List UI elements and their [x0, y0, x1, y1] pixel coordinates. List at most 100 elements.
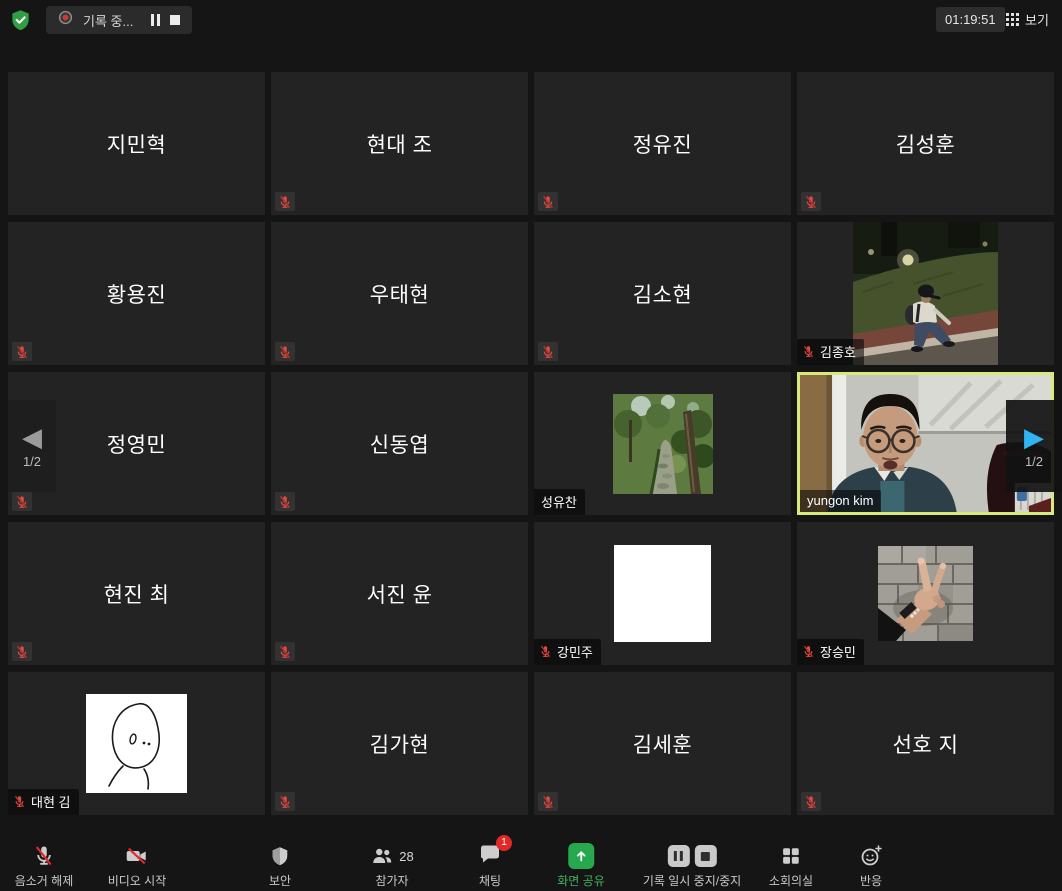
muted-mic-icon	[12, 492, 32, 511]
start-video-button[interactable]: 비디오 시작	[108, 841, 167, 891]
next-page-button[interactable]: ▶ 1/2	[1006, 400, 1062, 492]
participant-avatar-sketch	[86, 694, 187, 793]
participant-name: 김세훈	[633, 729, 692, 759]
start-video-label: 비디오 시작	[108, 872, 167, 889]
participant-tile[interactable]: 김가현	[271, 672, 528, 815]
reactions-button[interactable]: 반응	[859, 841, 883, 891]
participant-name: 정유진	[633, 129, 692, 159]
chat-unread-badge: 1	[496, 835, 512, 851]
participant-tile[interactable]: 대현 김	[8, 672, 265, 815]
share-screen-button[interactable]: 화면 공유	[557, 841, 605, 891]
pause-recording-button-icon[interactable]	[667, 845, 689, 867]
share-screen-icon	[568, 843, 594, 869]
chevron-right-icon: ▶	[1024, 424, 1044, 450]
participant-name: 신동엽	[370, 429, 429, 459]
recording-status-text: 기록 중...	[83, 11, 133, 30]
meeting-security-shield-icon[interactable]	[9, 8, 32, 32]
chat-button[interactable]: 1 채팅	[478, 841, 502, 891]
muted-mic-icon	[275, 792, 295, 811]
participant-name: 성유찬	[541, 492, 577, 511]
muted-mic-icon	[802, 645, 815, 658]
muted-mic-icon	[802, 345, 815, 358]
record-dot-icon	[58, 10, 73, 30]
participant-tile[interactable]: 신동엽	[271, 372, 528, 515]
participant-tile[interactable]: 우태현	[271, 222, 528, 365]
participants-icon	[370, 844, 394, 868]
participant-name: 김성훈	[896, 129, 955, 159]
muted-mic-icon	[12, 342, 32, 361]
participant-avatar	[613, 394, 713, 494]
prev-page-button[interactable]: ◀ 1/2	[8, 400, 56, 492]
stop-recording-button-icon[interactable]	[694, 845, 716, 867]
participant-name-chip: 강민주	[534, 639, 601, 665]
participant-name: 정영민	[107, 429, 166, 459]
security-label: 보안	[269, 872, 291, 889]
muted-mic-icon	[538, 792, 558, 811]
participant-name: 강민주	[557, 642, 593, 661]
participants-label: 참가자	[375, 872, 408, 889]
participant-tile[interactable]: 김소현	[534, 222, 791, 365]
participant-name: 우태현	[370, 279, 429, 309]
grid-view-icon	[1006, 13, 1019, 26]
participant-name-chip: 김종호	[797, 339, 864, 365]
page-indicator: 1/2	[23, 454, 41, 469]
participant-tile[interactable]: 김세훈	[534, 672, 791, 815]
shield-icon	[269, 845, 291, 867]
participant-tile[interactable]: 지민혁	[8, 72, 265, 215]
participant-name: 김소현	[633, 279, 692, 309]
chevron-left-icon: ◀	[22, 424, 42, 450]
participant-tile[interactable]: 장승민	[797, 522, 1054, 665]
participant-name: 서진 윤	[367, 579, 433, 609]
participant-tile[interactable]: 정유진	[534, 72, 791, 215]
participant-tile[interactable]: 황용진	[8, 222, 265, 365]
muted-mic-icon	[32, 844, 56, 868]
participant-name-chip: 성유찬	[534, 489, 585, 515]
participant-tile[interactable]: 김성훈	[797, 72, 1054, 215]
view-button[interactable]: 보기	[1006, 7, 1049, 32]
meeting-timer: 01:19:51	[936, 7, 1005, 32]
participant-name: 현진 최	[104, 579, 170, 609]
unmute-label: 음소거 해제	[15, 872, 74, 889]
breakout-rooms-label: 소회의실	[769, 872, 813, 889]
participants-button[interactable]: 28 참가자	[370, 841, 413, 891]
participant-tile[interactable]: 서진 윤	[271, 522, 528, 665]
meeting-toolbar: 음소거 해제 비디오 시작 보안	[0, 841, 1062, 891]
page-indicator: 1/2	[1025, 454, 1043, 469]
participant-tile[interactable]: 강민주	[534, 522, 791, 665]
participant-tile[interactable]: 성유찬	[534, 372, 791, 515]
share-screen-label: 화면 공유	[557, 872, 605, 889]
participant-tile[interactable]: 현대 조	[271, 72, 528, 215]
participant-name-chip: 대현 김	[8, 789, 79, 815]
muted-mic-icon	[538, 192, 558, 211]
participant-tile[interactable]: 현진 최	[8, 522, 265, 665]
participant-grid: 지민혁 현대 조 정유진 김성훈 황용진 우태현 김소현	[8, 72, 1054, 815]
participant-name: 대현 김	[31, 792, 71, 811]
participant-name: 장승민	[820, 642, 856, 661]
security-button[interactable]: 보안	[269, 841, 291, 891]
muted-mic-icon	[12, 642, 32, 661]
muted-mic-icon	[275, 492, 295, 511]
reactions-label: 반응	[860, 872, 882, 889]
reactions-smiley-icon	[859, 844, 883, 868]
muted-mic-icon	[801, 792, 821, 811]
recording-control-button[interactable]: 기록 일시 중지/중지	[643, 841, 741, 891]
chat-label: 채팅	[479, 872, 501, 889]
top-bar: 기록 중... 01:19:51 보기	[0, 0, 1062, 40]
participant-name: 지민혁	[107, 129, 166, 159]
breakout-rooms-icon	[780, 845, 802, 867]
breakout-rooms-button[interactable]: 소회의실	[769, 841, 813, 891]
pause-recording-icon[interactable]	[151, 14, 160, 26]
recording-control-label: 기록 일시 중지/중지	[643, 872, 741, 889]
muted-mic-icon	[539, 645, 552, 658]
participant-name: 김종호	[820, 342, 856, 361]
stop-recording-icon[interactable]	[170, 15, 180, 25]
participant-name: yungon kim	[807, 493, 873, 508]
muted-mic-icon	[275, 342, 295, 361]
participant-photo	[853, 222, 998, 365]
muted-mic-icon	[13, 795, 26, 808]
unmute-button[interactable]: 음소거 해제	[15, 841, 74, 891]
participant-tile[interactable]: 선호 지	[797, 672, 1054, 815]
participant-tile[interactable]: 김종호	[797, 222, 1054, 365]
muted-mic-icon	[538, 342, 558, 361]
muted-mic-icon	[275, 642, 295, 661]
